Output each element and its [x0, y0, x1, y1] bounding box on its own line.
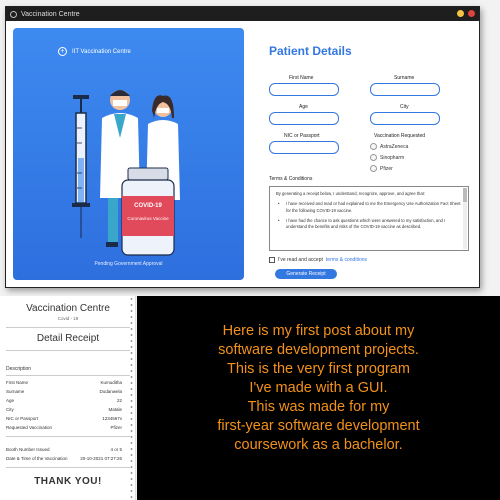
page-title: Patient Details: [269, 44, 352, 58]
terms-textbox[interactable]: By generating a receipt below, I underst…: [269, 186, 469, 251]
first-name-field[interactable]: [269, 83, 339, 96]
receipt: Vaccination Centre Covid - 19 Detail Rec…: [0, 296, 136, 500]
radio-astrazeneca[interactable]: AstraZeneca: [370, 143, 408, 150]
divider: [6, 350, 130, 351]
app-icon: [10, 10, 17, 18]
divider: [6, 467, 130, 468]
radio-button[interactable]: [370, 143, 377, 150]
receipt-section: Description: [6, 366, 32, 372]
divider: [6, 327, 130, 328]
divider: [6, 436, 130, 437]
surname-field[interactable]: [370, 83, 440, 96]
city-field[interactable]: [370, 112, 440, 125]
agree-row: I've read and accept terms & conditions: [269, 257, 367, 263]
surname-label: Surname: [394, 75, 415, 81]
hero-panel: + IIT Vaccination Centre COVID-19 Corona…: [13, 28, 244, 280]
radio-label: Sinopharm: [380, 154, 405, 161]
app-window: Vaccination Centre + IIT Vaccination Cen…: [5, 6, 480, 288]
receipt-row: NIC or Passport 1234567v: [6, 416, 122, 421]
plus-circle-icon: +: [58, 47, 67, 56]
nic-field[interactable]: [269, 141, 339, 154]
caption-panel: Here is my first post about my software …: [137, 296, 500, 500]
brand-name: IIT Vaccination Centre: [72, 48, 131, 55]
perforated-edge: [130, 296, 133, 500]
vaccination-label: Vaccination Requested: [374, 133, 426, 139]
receipt-subtitle: Covid - 19: [57, 316, 79, 321]
radio-label: AstraZeneca: [380, 143, 409, 150]
close-button[interactable]: [468, 10, 475, 17]
terms-bullet: I have received and read or had explaine…: [276, 201, 462, 214]
screenshot-root: Vaccination Centre + IIT Vaccination Cen…: [0, 0, 500, 500]
scrollbar-thumb[interactable]: [463, 188, 467, 202]
receipt-row: Requested Vaccination Pfizer: [6, 425, 122, 430]
receipt-row: Age 22: [6, 398, 122, 403]
vaccine-vial-icon: [121, 167, 175, 256]
receipt-heading: Detail Receipt: [36, 333, 100, 344]
receipt-row: City Matale: [6, 407, 122, 412]
brand: + IIT Vaccination Centre: [58, 47, 131, 56]
first-name-label: First Name: [289, 75, 314, 81]
nic-label: NIC or Passport: [284, 133, 320, 139]
vial-label-top: COVID-19: [134, 203, 162, 209]
caption-text: Here is my first post about my software …: [217, 323, 420, 453]
vial-label-main: Coronavirus Vaccine: [127, 216, 169, 221]
age-label: Age: [299, 104, 308, 110]
minimize-button[interactable]: [457, 10, 464, 17]
age-field[interactable]: [269, 112, 339, 125]
radio-button[interactable]: [370, 154, 377, 161]
radio-pfizer[interactable]: Pfizer: [370, 165, 393, 172]
radio-label: Pfizer: [380, 165, 393, 172]
receipt-title: Vaccination Centre: [26, 303, 110, 314]
receipt-row: Surname Dodanwela: [6, 389, 122, 394]
agree-text: I've read and accept: [278, 257, 323, 263]
approval-status: Pending Government Approval: [94, 261, 163, 267]
patient-form: Patient Details First Name Surname Age C…: [244, 28, 479, 280]
terms-label: Terms & Conditions: [269, 176, 313, 182]
terms-intro: By generating a receipt below, I underst…: [276, 191, 425, 196]
divider: [6, 375, 130, 376]
receipt-row: First Name Kumuditha: [6, 380, 122, 385]
city-label: City: [400, 104, 409, 110]
window-title: Vaccination Centre: [21, 10, 80, 18]
radio-sinopharm[interactable]: Sinopharm: [370, 154, 404, 161]
agree-checkbox[interactable]: [269, 257, 275, 263]
generate-receipt-button[interactable]: Generate Receipt: [275, 269, 337, 279]
scrollbar[interactable]: [463, 188, 467, 249]
terms-link[interactable]: terms & conditions: [326, 257, 367, 263]
title-bar: Vaccination Centre: [6, 7, 479, 21]
syringe-icon: [72, 95, 90, 238]
radio-button[interactable]: [370, 165, 377, 172]
doctors-vaccine-illustration: COVID-19 Coronavirus Vaccine: [72, 90, 180, 256]
receipt-row: Booth Number Issued 4 or 5: [6, 447, 122, 452]
receipt-row: Date & Time of the Vaccination 20-10-2021…: [6, 456, 122, 461]
terms-bullet: I have had the chance to ask questions w…: [276, 218, 462, 231]
window-controls: [457, 10, 475, 17]
receipt-thanks: THANK YOU!: [34, 476, 102, 487]
